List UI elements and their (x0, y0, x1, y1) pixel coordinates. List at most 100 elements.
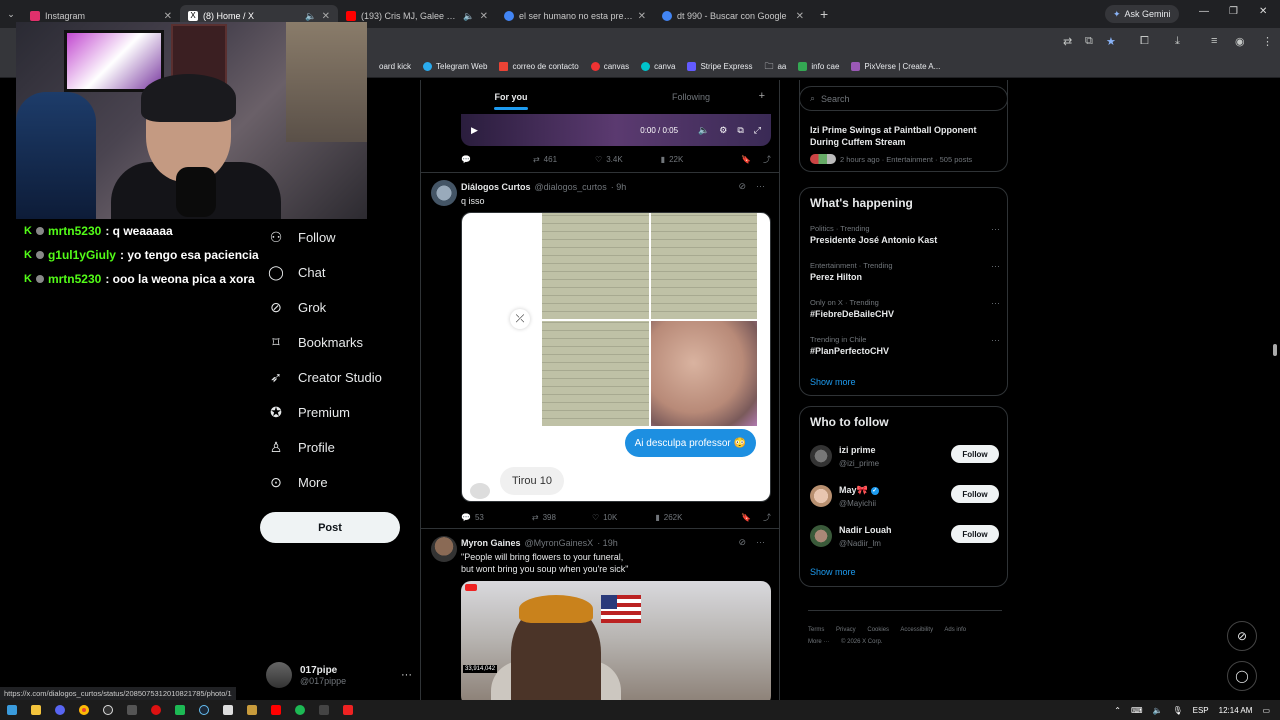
more-icon[interactable]: ··· (756, 181, 765, 192)
follow-button[interactable]: Follow (951, 485, 999, 503)
add-tab-icon[interactable]: + (759, 90, 765, 102)
news-title[interactable]: Izi Prime Swings at Paintball Opponent D… (810, 124, 1000, 148)
lol-icon[interactable] (240, 700, 264, 720)
more-icon[interactable]: ··· (991, 224, 1000, 234)
bookmark-canvas[interactable]: canvas (590, 62, 629, 71)
like-button[interactable]: ♡ 10K (592, 513, 617, 522)
ask-gemini-button[interactable]: ✦ Ask Gemini (1105, 5, 1179, 23)
nav-creator-studio[interactable]: ➶ Creator Studio (260, 360, 410, 395)
opera-icon[interactable] (144, 700, 168, 720)
star-icon[interactable]: ★ (1106, 35, 1116, 48)
avatar[interactable] (431, 536, 457, 562)
account-switcher[interactable]: 017pipe @017pippe ··· (266, 658, 412, 692)
page-scrollbar[interactable] (1273, 344, 1277, 356)
media-controls-icon[interactable]: ≡ (1211, 35, 1217, 47)
volume-icon[interactable]: 🔈 (698, 125, 709, 136)
minimize-icon[interactable]: — (1199, 6, 1209, 17)
nav-profile[interactable]: ♙ Profile (260, 430, 410, 465)
more-icon[interactable]: ··· (991, 335, 1000, 345)
chrome-icon[interactable] (72, 700, 96, 720)
show-more-link[interactable]: Show more (810, 377, 856, 387)
epic-icon[interactable] (216, 700, 240, 720)
bookmark-canva[interactable]: canva (641, 62, 675, 71)
notification-icon[interactable]: ▭ (1262, 706, 1270, 715)
show-more-link[interactable]: Show more (810, 567, 856, 577)
avatar[interactable] (810, 525, 832, 547)
tweet-image[interactable]: 33,914,042 (461, 581, 771, 700)
account-name[interactable]: Nadir Louah (839, 525, 892, 535)
profile-avatar-icon[interactable]: ◉ (1235, 35, 1245, 48)
author-handle[interactable]: @MyronGainesX (525, 538, 594, 548)
download-icon[interactable]: ⤓ (1175, 35, 1180, 48)
suggested-account[interactable]: Nadir Louah @Nadiir_lm Follow (810, 525, 1000, 553)
tweet-time[interactable]: · 9h (611, 182, 627, 192)
trend-item[interactable]: Politics · Trending Presidente José Anto… (810, 224, 1000, 245)
avatar[interactable] (810, 485, 832, 507)
trend-item[interactable]: Trending in Chile #PlanPerfectoCHV ··· (810, 335, 1000, 356)
pip-icon[interactable]: ⧉ (737, 125, 743, 136)
tweet-image[interactable]: ⤫ Ai desculpa professor 😳 Tirou 10 (461, 212, 771, 502)
close-tab-icon[interactable]: ✕ (164, 11, 172, 22)
close-tab-icon[interactable]: ✕ (322, 11, 330, 22)
speaker-icon[interactable]: 🔈 (463, 11, 474, 22)
tab-search-icon[interactable]: ⌄ (0, 9, 22, 20)
footer-link[interactable]: Accessibility (900, 627, 933, 633)
suggested-account[interactable]: izi prime @izi_prime Follow (810, 445, 1000, 473)
video-player[interactable]: ▶ 0:00 / 0:05 🔈 ⚙ ⧉ ⤢ (461, 114, 771, 146)
network-icon[interactable]: ⌨ (1131, 706, 1143, 715)
footer-link[interactable]: Privacy (836, 627, 856, 633)
play-icon[interactable]: ▶ (471, 125, 478, 136)
restore-icon[interactable]: ❐ (1229, 6, 1238, 17)
fullscreen-icon[interactable]: ⤢ (754, 125, 761, 136)
tab-following[interactable]: Following (601, 80, 779, 114)
settings-icon[interactable]: ⚙ (719, 125, 727, 136)
new-tab-button[interactable]: + (820, 6, 828, 22)
windows-start-icon[interactable] (0, 700, 24, 720)
bookmark-telegram[interactable]: Telegram Web (423, 62, 487, 71)
bookmark-icon[interactable]: 🔖 (741, 155, 751, 164)
more-icon[interactable]: ··· (991, 298, 1000, 308)
suggested-account[interactable]: May🎀 ✓ @Mayichii Follow (810, 485, 1000, 513)
bookmark-kick[interactable]: oard kick (366, 62, 411, 71)
nav-grok[interactable]: ⊘ Grok (260, 290, 410, 325)
views-button[interactable]: ▮ 262K (655, 513, 682, 522)
messages-float-button[interactable]: ◯ (1227, 661, 1257, 691)
share-icon[interactable]: ⤴ (763, 154, 771, 165)
trend-item[interactable]: Entertainment · Trending Perez Hilton ··… (810, 261, 1000, 282)
browser-tab-google-1[interactable]: el ser humano no esta prepara ✕ (496, 5, 654, 27)
follow-button[interactable]: Follow (951, 445, 999, 463)
repost-button[interactable]: ⇄ 461 (533, 155, 557, 164)
mic-icon[interactable]: 🎙 (1172, 706, 1182, 715)
extensions-icon[interactable]: ⧠ (1140, 35, 1149, 48)
browser-tab-google-2[interactable]: dt 990 - Buscar con Google ✕ (654, 5, 812, 27)
close-tab-icon[interactable]: ✕ (638, 11, 646, 22)
volume-icon[interactable]: 🔈 (1152, 706, 1162, 715)
speaker-icon[interactable]: 🔈 (305, 11, 316, 22)
post-button[interactable]: Post (260, 512, 400, 543)
recorder-icon[interactable] (336, 700, 360, 720)
bookmark-info-cae[interactable]: info cae (798, 62, 839, 71)
more-icon[interactable]: ··· (401, 669, 412, 681)
pycharm-icon[interactable] (168, 700, 192, 720)
reply-button[interactable]: 💬 53 (461, 513, 484, 522)
close-tab-icon[interactable]: ✕ (480, 11, 488, 22)
chevron-up-icon[interactable]: ⌃ (1114, 706, 1121, 715)
install-icon[interactable]: ⧉ (1085, 35, 1093, 48)
grok-icon[interactable]: ⊘ (738, 537, 746, 548)
author-handle[interactable]: @dialogos_curtos (535, 182, 607, 192)
repost-button[interactable]: ⇄ 398 (532, 513, 556, 522)
footer-link[interactable]: Cookies (867, 627, 889, 633)
youtube-icon[interactable] (264, 700, 288, 720)
nav-premium[interactable]: ✪ Premium (260, 395, 410, 430)
bookmark-gmail[interactable]: correo de contacto (499, 62, 579, 71)
follow-button[interactable]: Follow (951, 525, 999, 543)
trend-item[interactable]: Only on X · Trending #FiebreDeBaileCHV ·… (810, 298, 1000, 319)
account-name[interactable]: May🎀 ✓ (839, 485, 879, 496)
avatar[interactable] (431, 180, 457, 206)
like-button[interactable]: ♡ 3.4K (595, 155, 623, 164)
author-name[interactable]: Diálogos Curtos (461, 182, 531, 192)
app-icon[interactable] (120, 700, 144, 720)
avatar[interactable] (810, 445, 832, 467)
tweet-time[interactable]: · 19h (597, 538, 618, 548)
bookmark-icon[interactable]: 🔖 (741, 513, 751, 522)
